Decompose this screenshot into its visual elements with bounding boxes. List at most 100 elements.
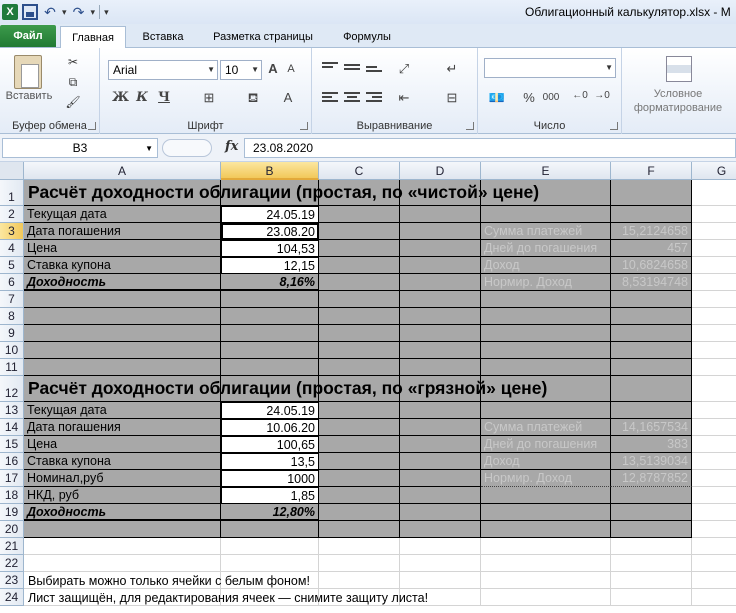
input-cell[interactable]: 24.05.19	[221, 402, 319, 419]
column-header-g[interactable]: G	[692, 162, 736, 180]
row-header-18[interactable]: 18	[0, 487, 24, 504]
row-header-1[interactable]: 1	[0, 180, 24, 206]
align-bottom-icon[interactable]	[366, 66, 382, 78]
input-cell[interactable]: 10.06.20	[221, 419, 319, 436]
row-header-20[interactable]: 20	[0, 521, 24, 538]
row-header-3[interactable]: 3	[0, 223, 24, 240]
row-header-14[interactable]: 14	[0, 419, 24, 436]
column-header-e[interactable]: E	[481, 162, 611, 180]
row-header-4[interactable]: 4	[0, 240, 24, 257]
copy-button[interactable]: ⧉	[64, 74, 82, 90]
excel-logo-icon[interactable]: X	[2, 4, 18, 20]
row-header-16[interactable]: 16	[0, 453, 24, 470]
font-name-select[interactable]: Arial ▼	[108, 60, 218, 80]
decrease-decimal-icon[interactable]: →0	[592, 90, 612, 101]
formula-input[interactable]: 23.08.2020	[244, 138, 736, 158]
fill-color-button[interactable]: ⛾	[244, 90, 262, 108]
input-cell[interactable]: 24.05.19	[221, 206, 319, 223]
align-left-icon[interactable]	[322, 92, 338, 104]
input-cell[interactable]: 100,65	[221, 436, 319, 453]
undo-icon[interactable]: ↶	[42, 4, 58, 20]
paste-button[interactable]	[8, 52, 48, 92]
borders-button[interactable]: ⊞	[200, 90, 218, 106]
undo-dropdown-icon[interactable]: ▾	[62, 7, 67, 18]
redo-icon[interactable]: ↷	[71, 4, 87, 20]
row-header-6[interactable]: 6	[0, 274, 24, 291]
tab-file[interactable]: Файл	[0, 25, 56, 47]
conditional-formatting-button[interactable]	[662, 54, 696, 84]
row-header-7[interactable]: 7	[0, 291, 24, 308]
row-header-8[interactable]: 8	[0, 308, 24, 325]
align-middle-icon[interactable]	[344, 64, 360, 76]
tab-page-layout[interactable]: Разметка страницы	[200, 26, 326, 48]
shrink-font-button[interactable]: A	[284, 63, 298, 75]
increase-decimal-icon[interactable]: ←0	[570, 90, 590, 101]
font-color-button[interactable]: A	[280, 90, 296, 105]
align-right-icon[interactable]	[366, 92, 382, 104]
row-header-15[interactable]: 15	[0, 436, 24, 453]
bold-button[interactable]: Ж	[112, 90, 129, 105]
merge-center-icon[interactable]: ⊟	[442, 90, 462, 106]
column-header-d[interactable]: D	[400, 162, 481, 180]
clipboard-launcher-icon[interactable]	[88, 122, 96, 130]
name-box[interactable]: B3 ▼	[2, 138, 158, 158]
row-header-2[interactable]: 2	[0, 206, 24, 223]
row-header-11[interactable]: 11	[0, 359, 24, 376]
italic-button[interactable]: К	[134, 90, 150, 105]
tab-insert[interactable]: Вставка	[132, 26, 194, 48]
formula-bar-resize-handle[interactable]	[162, 139, 212, 157]
row-header-24[interactable]: 24	[0, 589, 24, 606]
input-cell[interactable]: 1000	[221, 470, 319, 487]
conditional-formatting-label-1: Условное	[653, 88, 703, 100]
input-cell[interactable]: 104,53	[221, 240, 319, 257]
column-header-b[interactable]: B	[221, 162, 319, 180]
column-header-c[interactable]: C	[319, 162, 400, 180]
stat-value-cell: 10,6824658	[611, 257, 692, 274]
row-header-21[interactable]: 21	[0, 538, 24, 555]
comma-style-button[interactable]: 000	[538, 92, 564, 103]
number-format-select[interactable]: ▼	[484, 58, 616, 78]
input-cell[interactable]: 13,5	[221, 453, 319, 470]
row-header-19[interactable]: 19	[0, 504, 24, 521]
align-center-icon[interactable]	[344, 92, 360, 104]
orientation-icon[interactable]: ⤢	[394, 61, 414, 77]
column-header-f[interactable]: F	[611, 162, 692, 180]
grid-cell	[692, 308, 736, 325]
grid-cell	[24, 521, 221, 538]
format-painter-button[interactable]: 🖌	[64, 94, 82, 110]
percent-button[interactable]: %	[520, 90, 538, 105]
font-size-select[interactable]: 10 ▼	[220, 60, 262, 80]
underline-button[interactable]: Ч	[156, 90, 172, 105]
currency-format-icon[interactable]: 💶	[486, 90, 508, 106]
select-all-corner[interactable]	[0, 162, 24, 180]
tab-formulas[interactable]: Формулы	[332, 26, 402, 48]
grid-cell	[24, 308, 221, 325]
decrease-indent-icon[interactable]: ⇤	[394, 90, 414, 106]
column-header-a[interactable]: A	[24, 162, 221, 180]
align-top-icon[interactable]	[322, 62, 338, 74]
number-launcher-icon[interactable]	[610, 122, 618, 130]
insert-function-icon[interactable]: fx	[225, 139, 238, 154]
wrap-text-icon[interactable]: ↵	[442, 61, 462, 77]
redo-dropdown-icon[interactable]: ▾	[91, 7, 96, 18]
input-cell[interactable]: 1,85	[221, 487, 319, 504]
row-header-17[interactable]: 17	[0, 470, 24, 487]
alignment-launcher-icon[interactable]	[466, 122, 474, 130]
save-icon[interactable]	[22, 4, 38, 20]
row-header-10[interactable]: 10	[0, 342, 24, 359]
row-header-12[interactable]: 12	[0, 376, 24, 402]
tab-home[interactable]: Главная	[60, 26, 126, 49]
customize-qat-icon[interactable]: ▾	[104, 7, 109, 18]
input-cell[interactable]: 23.08.20	[221, 223, 319, 240]
row-header-13[interactable]: 13	[0, 402, 24, 419]
grid-cell	[481, 402, 611, 419]
input-cell[interactable]: 12,15	[221, 257, 319, 274]
stat-label-cell: Сумма платежей	[481, 223, 611, 240]
row-header-23[interactable]: 23	[0, 572, 24, 589]
row-header-5[interactable]: 5	[0, 257, 24, 274]
cut-button[interactable]: ✂	[64, 54, 82, 70]
grow-font-button[interactable]: A	[266, 61, 280, 76]
row-header-9[interactable]: 9	[0, 325, 24, 342]
row-header-22[interactable]: 22	[0, 555, 24, 572]
font-launcher-icon[interactable]	[300, 122, 308, 130]
